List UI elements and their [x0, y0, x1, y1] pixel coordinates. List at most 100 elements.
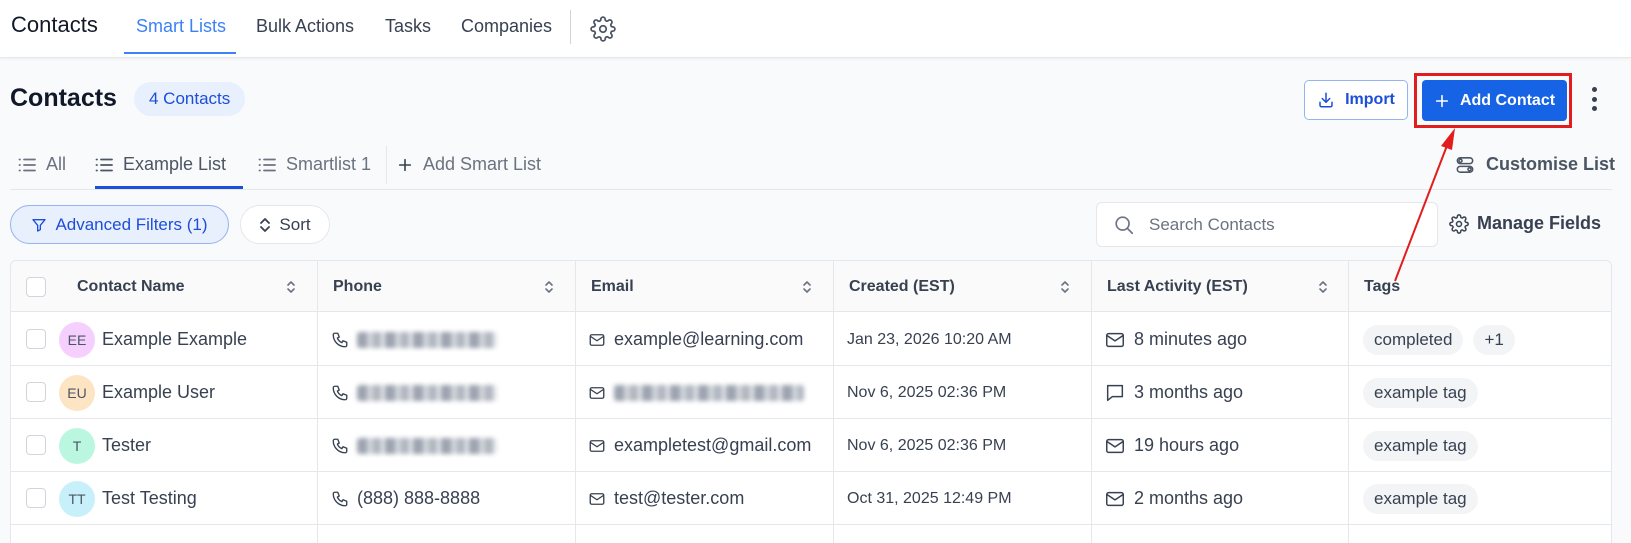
email-cell[interactable]: example@learning.com [588, 313, 803, 366]
tag-chip[interactable]: +1 [1473, 324, 1515, 355]
add-smart-list-label: Add Smart List [423, 154, 542, 174]
import-label: Import [1345, 91, 1395, 108]
search-field[interactable] [1096, 202, 1438, 247]
phone-cell[interactable] [331, 419, 497, 472]
tags-cell: example tag [1363, 366, 1488, 419]
phone-number: (888) 888-8888 [357, 488, 481, 508]
list-tab-label: Smartlist 1 [286, 154, 372, 174]
sort-arrows-icon[interactable] [1059, 279, 1071, 295]
tags-cell: example tag [1363, 472, 1488, 525]
tag-chip[interactable]: completed [1363, 324, 1464, 355]
tags-cell: example tag [1363, 419, 1488, 472]
customise-list-button[interactable]: Customise List [1456, 154, 1615, 175]
row-checkbox[interactable] [26, 382, 46, 402]
sort-arrows-icon[interactable] [285, 279, 297, 295]
table-header: Contact Name Phone Email Created (EST) L… [11, 261, 1611, 312]
gear-icon [1449, 213, 1469, 234]
contacts-table: Contact Name Phone Email Created (EST) L… [10, 260, 1612, 543]
sort-button[interactable]: Sort [240, 205, 330, 244]
mail-icon [589, 439, 605, 452]
row-checkbox[interactable] [26, 488, 46, 508]
email-address: test@tester.com [614, 488, 745, 508]
row-checkbox[interactable] [26, 435, 46, 455]
more-options-icon[interactable] [1586, 84, 1602, 114]
tag-chip[interactable]: example tag [1363, 377, 1478, 408]
mail-icon [589, 333, 605, 346]
add-contact-label: Add Contact [1459, 91, 1556, 109]
phone-cell[interactable]: (888) 888-8888 [331, 472, 480, 525]
list-tab-label: Example List [123, 154, 227, 174]
last-activity-text: 19 hours ago [1134, 435, 1240, 455]
mail-icon [589, 492, 605, 505]
sort-arrows-icon[interactable] [543, 279, 555, 295]
contact-name[interactable]: Test Testing [102, 488, 197, 509]
active-tab-indicator [124, 52, 236, 54]
last-activity-cell: 3 months ago [1104, 366, 1243, 419]
contact-name-cell[interactable]: EE Example Example [59, 313, 247, 366]
last-activity-cell: 8 minutes ago [1104, 313, 1247, 366]
table-row[interactable]: EE Example Example example@learning.com Jan… [11, 313, 1611, 366]
contact-count-badge: 4 Contacts [134, 82, 246, 116]
list-tab-example-list[interactable]: Example List [95, 154, 226, 175]
phone-icon [332, 385, 348, 400]
column-header-tags: Tags [1364, 277, 1401, 295]
contact-name[interactable]: Example User [102, 382, 215, 403]
app-title: Contacts [11, 12, 98, 37]
chat-icon [1106, 384, 1124, 401]
search-input[interactable] [1149, 214, 1419, 235]
mail-icon [589, 386, 605, 399]
email-address: exampletest@gmail.com [614, 435, 812, 455]
column-header-last-activity: Last Activity (EST) [1107, 277, 1248, 295]
sort-arrows-icon[interactable] [1317, 279, 1329, 295]
table-row[interactable]: TT Test Testing (888) 888-8888 test@tester.… [11, 472, 1611, 525]
avatar: EE [59, 321, 95, 358]
contact-name-cell[interactable]: TT Test Testing [59, 472, 197, 525]
redacted-phone [357, 437, 497, 454]
tab-companies[interactable]: Companies [461, 16, 552, 37]
page-title: Contacts [10, 84, 117, 112]
list-icon [258, 158, 276, 171]
list-tab-smartlist-1[interactable]: Smartlist 1 [258, 154, 371, 175]
mail-icon [1106, 438, 1124, 453]
tags-cell: completed +1 [1363, 313, 1525, 366]
contact-name[interactable]: Example Example [102, 329, 247, 350]
list-tab-all[interactable]: All [18, 154, 66, 175]
column-header-contact-name: Contact Name [77, 277, 185, 295]
tag-chip[interactable]: example tag [1363, 483, 1478, 514]
email-cell[interactable] [588, 366, 804, 419]
phone-cell[interactable] [331, 313, 497, 366]
last-activity-text: 3 months ago [1134, 382, 1244, 402]
import-button[interactable]: Import [1304, 80, 1408, 120]
sort-arrows-icon[interactable] [801, 279, 813, 295]
filter-icon [32, 218, 47, 232]
table-row[interactable]: EU Example User Nov 6, 2025 02:36 PM 3 mont… [11, 366, 1611, 419]
gear-icon[interactable] [590, 16, 616, 42]
sort-icon [260, 217, 271, 232]
plus-icon [398, 158, 412, 171]
sort-label: Sort [279, 214, 311, 234]
tab-smart-lists[interactable]: Smart Lists [136, 16, 226, 37]
add-contact-button[interactable]: Add Contact [1422, 80, 1567, 121]
mail-icon [1106, 491, 1124, 506]
list-tabs-divider [10, 189, 1612, 190]
last-activity-cell: 19 hours ago [1104, 419, 1239, 472]
created-cell: Nov 6, 2025 02:36 PM [847, 436, 1007, 454]
select-all-checkbox[interactable] [26, 277, 46, 297]
row-checkbox[interactable] [26, 329, 46, 349]
contact-name[interactable]: Tester [102, 435, 151, 456]
email-cell[interactable]: exampletest@gmail.com [588, 419, 811, 472]
search-icon [1115, 215, 1134, 234]
tab-tasks[interactable]: Tasks [385, 16, 431, 37]
manage-fields-button[interactable]: Manage Fields [1449, 213, 1601, 234]
email-cell[interactable]: test@tester.com [588, 472, 744, 525]
phone-cell[interactable] [331, 366, 497, 419]
column-header-email: Email [591, 277, 634, 295]
table-row[interactable]: T Tester exampletest@gmail.com Nov 6, 2025 … [11, 419, 1611, 472]
tag-chip[interactable]: example tag [1363, 430, 1478, 461]
contact-name-cell[interactable]: EU Example User [59, 366, 215, 419]
phone-icon [332, 491, 348, 506]
add-smart-list-button[interactable]: Add Smart List [397, 154, 541, 175]
advanced-filters-button[interactable]: Advanced Filters (1) [10, 205, 229, 244]
tab-bulk-actions[interactable]: Bulk Actions [256, 16, 354, 37]
contact-name-cell[interactable]: T Tester [59, 419, 151, 472]
